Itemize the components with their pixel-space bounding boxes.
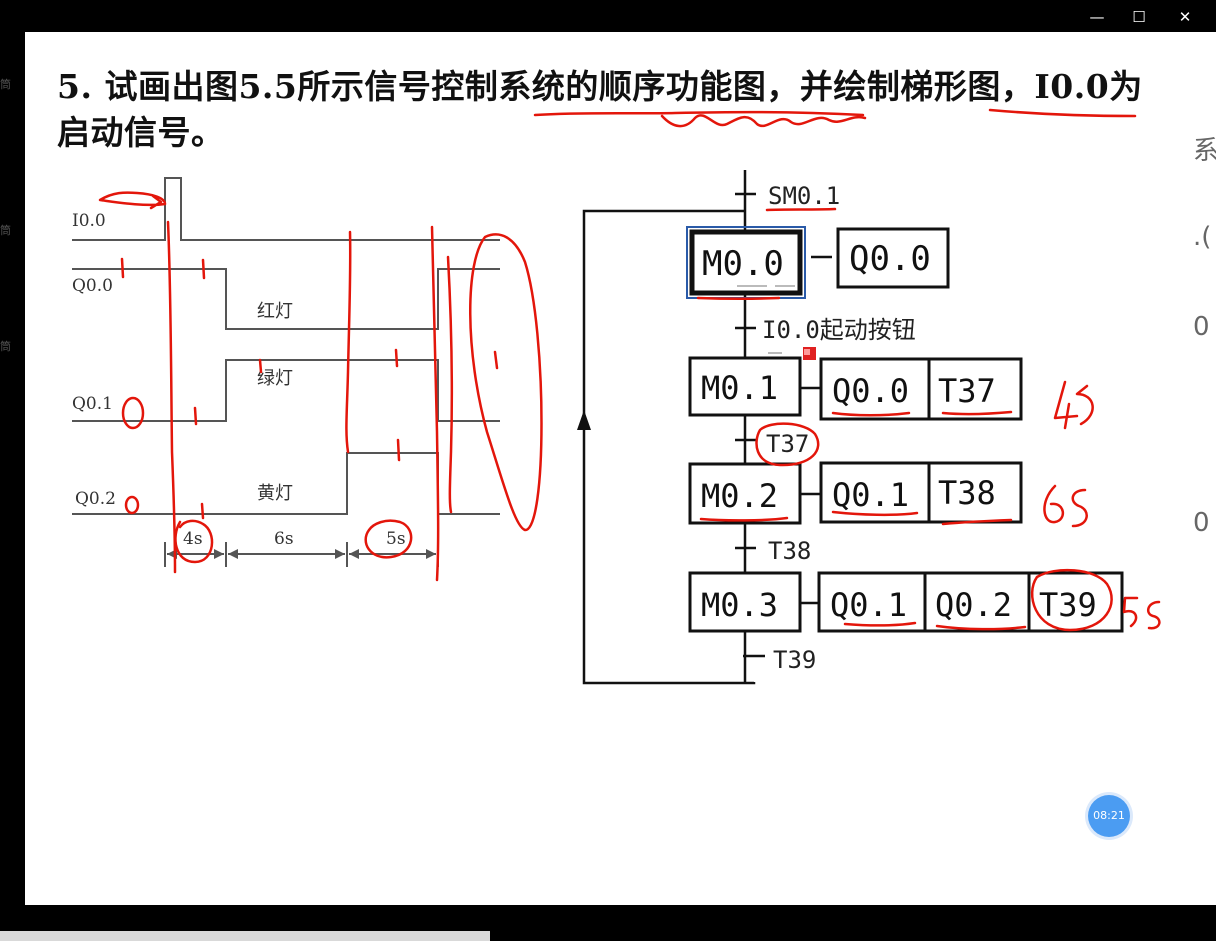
action-label-q01-b: Q0.1 [830, 586, 907, 624]
transition-label-t37: T37 [766, 430, 809, 458]
lamp-label-green: 绿灯 [257, 368, 293, 389]
edge-text-fragment: 0 [1193, 312, 1210, 342]
ink-underline-squiggle [660, 114, 867, 128]
action-label-t39: T39 [1039, 586, 1097, 624]
action-label-q00: Q0.0 [832, 372, 909, 410]
action-label-t38: T38 [938, 474, 996, 512]
duration-label-4s: 4s [183, 529, 203, 549]
step-label-m01: M0.1 [701, 369, 778, 407]
edge-text-fragment: 系 [1193, 136, 1216, 166]
ink-vertical-mark [166, 220, 177, 574]
edge-text-fragment: 筒 [0, 224, 11, 237]
taskbar-strip [0, 931, 490, 941]
action-label-q01: Q0.1 [832, 476, 909, 514]
ink-vertical-mark [446, 255, 454, 514]
ink-tick [493, 350, 499, 370]
bottom-taskbar [0, 905, 1216, 941]
signal-label-q00: Q0.0 [72, 276, 113, 296]
transition-label-t39: T39 [773, 646, 816, 674]
ink-tick [201, 258, 206, 280]
ink-hand-5s [1122, 596, 1161, 630]
ink-oval [469, 233, 543, 532]
minimize-button[interactable]: — [1074, 4, 1120, 30]
transition-label-sm01: SM0.1 [768, 182, 840, 210]
ink-tick [258, 358, 263, 374]
duration-label-6s: 6s [274, 529, 294, 549]
slide-diagrams: I0.0 Q0.0 Q0.1 Q0.2 红灯 绿灯 黄灯 4s 6s 5s M0… [72, 108, 1161, 685]
ink-i00-arrow [98, 191, 167, 210]
transition-label-i00: I0.0起动按钮 [762, 316, 916, 344]
lamp-label-yellow: 黄灯 [257, 483, 293, 504]
ink-underline-sm01 [765, 207, 837, 212]
ink-vertical-mark [345, 230, 352, 454]
ink-hand-6s [1043, 484, 1088, 528]
signal-label-q02: Q0.2 [75, 489, 116, 509]
recording-timer-badge[interactable]: 08:21 [1088, 795, 1130, 837]
ink-tick [394, 348, 399, 368]
ink-tick [193, 406, 198, 426]
ink-underline-m00 [696, 296, 781, 300]
signal-label-i00: I0.0 [72, 211, 106, 231]
duration-label-5s: 5s [386, 529, 406, 549]
edge-text-fragment: 筒 [0, 78, 11, 91]
step-label-m02: M0.2 [701, 477, 778, 515]
maximize-button[interactable]: ☐ [1116, 4, 1162, 30]
ink-zero [124, 495, 140, 515]
action-label-t37: T37 [938, 372, 996, 410]
edge-text-fragment: 筒 [0, 340, 11, 353]
ink-hand-4s [1053, 380, 1094, 430]
cursor-marker [804, 349, 810, 355]
ink-tick [396, 438, 401, 462]
close-button[interactable]: ✕ [1162, 4, 1208, 30]
slide-page: 5. 试画出图5.5所示信号控制系统的顺序功能图，并绘制梯形图，I0.0为启动信… [25, 32, 1191, 905]
signal-trace-i00 [72, 177, 500, 241]
ink-tick [200, 502, 205, 520]
step-label-m00: M0.0 [702, 244, 784, 284]
ink-zero [121, 396, 145, 430]
edge-text-fragment: .( [1193, 222, 1212, 252]
return-arrowhead [577, 410, 591, 430]
window-title-bar: — ☐ ✕ [0, 0, 1216, 32]
action-label-q00-init: Q0.0 [849, 239, 931, 279]
transition-label-t38: T38 [768, 537, 811, 565]
step-label-m03: M0.3 [701, 586, 778, 624]
lamp-label-red: 红灯 [257, 301, 293, 322]
action-label-q02: Q0.2 [935, 586, 1012, 624]
ink-underline-title-2 [988, 108, 1137, 118]
right-edge-fragments: 系 .( 0 0 [1191, 32, 1216, 905]
signal-label-q01: Q0.1 [72, 394, 113, 414]
ink-tick [120, 257, 125, 279]
edge-text-fragment: 0 [1193, 508, 1210, 538]
